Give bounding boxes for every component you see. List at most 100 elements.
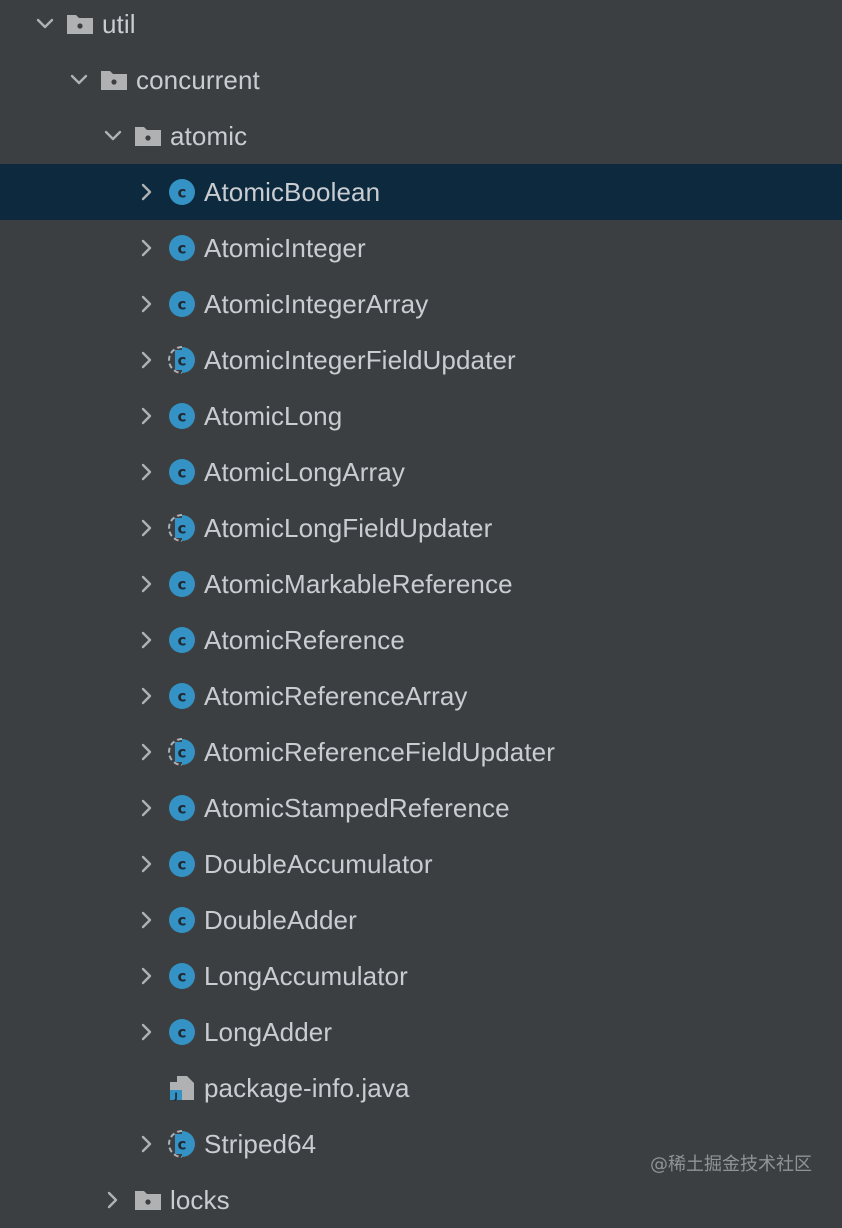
chevron-right-icon[interactable] [136, 836, 158, 892]
chevron-right-icon[interactable] [136, 276, 158, 332]
class-icon: c [168, 234, 196, 262]
tree-item[interactable]: c AtomicLongArray [0, 444, 842, 500]
tree-item[interactable]: c AtomicInteger [0, 220, 842, 276]
tree-item-label: AtomicLongFieldUpdater [204, 513, 493, 543]
tree-item[interactable]: c DoubleAdder [0, 892, 842, 948]
svg-text:c: c [178, 520, 187, 538]
chevron-right-icon[interactable] [136, 332, 158, 388]
tree-item-label: AtomicLong [204, 401, 343, 431]
watermark: @稀土掘金技术社区 [650, 1154, 812, 1175]
svg-text:c: c [178, 912, 187, 930]
svg-text:c: c [178, 856, 187, 874]
tree-item[interactable]: c LongAccumulator [0, 948, 842, 1004]
svg-text:c: c [178, 688, 187, 706]
folder-icon [66, 10, 94, 38]
project-tree: util concurrent atomic c AtomicBoolean c At… [0, 0, 842, 1215]
tree-node-label: atomic [170, 121, 248, 151]
chevron-right-icon[interactable] [136, 220, 158, 276]
chevron-down-icon[interactable] [68, 52, 90, 108]
tree-node-label: concurrent [136, 65, 260, 95]
svg-text:c: c [178, 968, 187, 986]
chevron-down-icon[interactable] [102, 108, 124, 164]
folder-icon [134, 1186, 162, 1214]
tree-item-label: AtomicStampedReference [204, 793, 510, 823]
chevron-right-icon[interactable] [136, 668, 158, 724]
tree-item-label: AtomicInteger [204, 233, 366, 263]
chevron-right-icon[interactable] [136, 500, 158, 556]
tree-item[interactable]: c AtomicIntegerFieldUpdater [0, 332, 842, 388]
tree-item[interactable]: c AtomicReferenceFieldUpdater [0, 724, 842, 780]
abstract-class-icon: c [168, 1130, 196, 1158]
abstract-class-icon: c [168, 346, 196, 374]
svg-text:c: c [178, 632, 187, 650]
svg-text:c: c [178, 408, 187, 426]
tree-node-label: util [102, 9, 136, 39]
tree-item-label: DoubleAdder [204, 905, 357, 935]
svg-text:c: c [178, 184, 187, 202]
chevron-right-icon[interactable] [136, 724, 158, 780]
tree-item-label: AtomicReferenceArray [204, 681, 468, 711]
tree-item-label: package-info.java [204, 1073, 410, 1103]
tree-node-locks[interactable]: locks [0, 1172, 842, 1228]
tree-item[interactable]: c AtomicIntegerArray [0, 276, 842, 332]
chevron-right-icon[interactable] [102, 1172, 124, 1228]
tree-item-label: LongAdder [204, 1017, 333, 1047]
class-icon: c [168, 402, 196, 430]
chevron-right-icon[interactable] [136, 1116, 158, 1172]
svg-text:c: c [178, 1136, 187, 1154]
tree-item[interactable]: c AtomicReferenceArray [0, 668, 842, 724]
tree-item[interactable]: c AtomicReference [0, 612, 842, 668]
chevron-right-icon[interactable] [136, 780, 158, 836]
tree-item[interactable]: Jpackage-info.java [0, 1060, 842, 1116]
tree-item-label: DoubleAccumulator [204, 849, 433, 879]
tree-node-label: locks [170, 1185, 230, 1215]
tree-item-label: AtomicBoolean [204, 177, 381, 207]
class-icon: c [168, 458, 196, 486]
java-file-icon: J [168, 1074, 196, 1102]
class-icon: c [168, 850, 196, 878]
chevron-right-icon[interactable] [136, 892, 158, 948]
tree-item-label: AtomicMarkableReference [204, 569, 513, 599]
tree-item-label: AtomicIntegerFieldUpdater [204, 345, 516, 375]
class-icon: c [168, 626, 196, 654]
tree-item[interactable]: c AtomicLong [0, 388, 842, 444]
svg-text:c: c [178, 296, 187, 314]
folder-icon [134, 122, 162, 150]
svg-text:c: c [178, 352, 187, 370]
tree-node-util[interactable]: util [0, 0, 842, 52]
class-icon: c [168, 290, 196, 318]
tree-item[interactable]: c AtomicLongFieldUpdater [0, 500, 842, 556]
tree-node-atomic[interactable]: atomic [0, 108, 842, 164]
svg-text:c: c [178, 744, 187, 762]
class-icon: c [168, 794, 196, 822]
svg-text:c: c [178, 576, 187, 594]
svg-text:c: c [178, 1024, 187, 1042]
class-icon: c [168, 682, 196, 710]
class-icon: c [168, 178, 196, 206]
tree-item[interactable]: c AtomicStampedReference [0, 780, 842, 836]
class-icon: c [168, 906, 196, 934]
class-icon: c [168, 962, 196, 990]
chevron-right-icon[interactable] [136, 556, 158, 612]
chevron-right-icon[interactable] [136, 164, 158, 220]
tree-item[interactable]: c AtomicBoolean [0, 164, 842, 220]
tree-item-label: AtomicReferenceFieldUpdater [204, 737, 555, 767]
class-icon: c [168, 570, 196, 598]
tree-item-label: Striped64 [204, 1129, 317, 1159]
tree-item[interactable]: c DoubleAccumulator [0, 836, 842, 892]
chevron-right-icon[interactable] [136, 948, 158, 1004]
chevron-right-icon[interactable] [136, 388, 158, 444]
tree-item[interactable]: c AtomicMarkableReference [0, 556, 842, 612]
chevron-right-icon[interactable] [136, 612, 158, 668]
tree-item-label: LongAccumulator [204, 961, 408, 991]
tree-node-concurrent[interactable]: concurrent [0, 52, 842, 108]
tree-item[interactable]: c LongAdder [0, 1004, 842, 1060]
svg-text:c: c [178, 240, 187, 258]
svg-text:c: c [178, 800, 187, 818]
tree-item-label: AtomicLongArray [204, 457, 405, 487]
chevron-right-icon[interactable] [136, 444, 158, 500]
abstract-class-icon: c [168, 738, 196, 766]
chevron-right-icon[interactable] [136, 1004, 158, 1060]
abstract-class-icon: c [168, 514, 196, 542]
chevron-down-icon[interactable] [34, 0, 56, 52]
